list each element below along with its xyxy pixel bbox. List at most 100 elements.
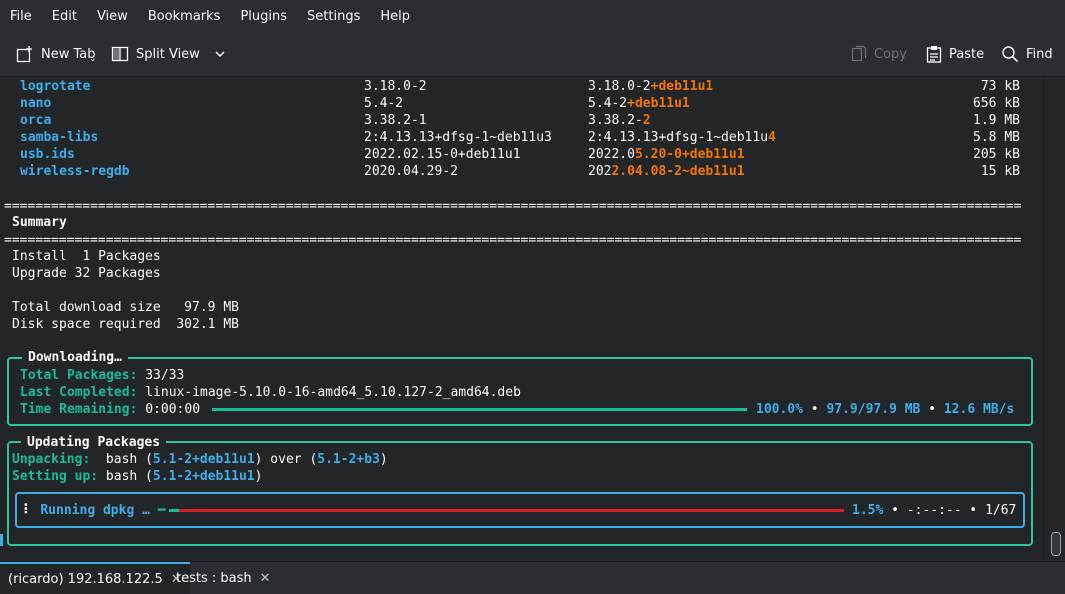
tab-label: (ricardo) 192.168.122.5	[8, 571, 163, 587]
package-current-version: 2020.04.29-2	[364, 164, 458, 179]
package-name: logrotate	[20, 79, 91, 94]
download-percent: 100.0%	[756, 402, 803, 417]
find-button[interactable]: Find	[1001, 32, 1053, 76]
unpacking-old-version: 5.1-2+b3	[317, 452, 380, 467]
toolbar: New Tab ⌄ Split View Copy Paste Find	[0, 32, 1065, 77]
tab-bar: (ricardo) 192.168.122.5 ✕ tests : bash ✕	[0, 561, 1065, 594]
version-common: 5.4-2	[588, 96, 628, 111]
version-changed: 2.04.08-2~deb11u1	[611, 164, 745, 179]
menu-settings[interactable]: Settings	[297, 9, 370, 24]
dpkg-stats: 1.5% • -:--:-- • 1/67	[852, 502, 1016, 519]
menu-edit[interactable]: Edit	[42, 9, 87, 24]
menu-plugins[interactable]: Plugins	[230, 9, 297, 24]
total-packages-value: 33/33	[145, 368, 185, 383]
last-completed-value: linux-image-5.10.0-16-amd64_5.10.127-2_a…	[145, 385, 521, 400]
split-view-button[interactable]: Split View	[111, 32, 227, 76]
package-new-version: 5.4-2+deb11u1	[588, 95, 690, 112]
download-speed: 12.6 MB/s	[943, 402, 1015, 417]
package-size: 73 kB	[980, 79, 1020, 94]
downloading-title: Downloading…	[22, 349, 128, 366]
package-row: logrotate 3.18.0-2 3.18.0-2+deb11u1 73 kB	[0, 78, 1043, 95]
stats-separator: •	[810, 402, 819, 417]
copy-label: Copy	[874, 46, 907, 62]
setting-up-row: Setting up: bash (5.1-2+deb11u1)	[12, 468, 262, 485]
total-packages-label: Total Packages:	[20, 368, 138, 383]
version-changed: +deb11u1	[650, 79, 714, 94]
menu-help[interactable]: Help	[370, 9, 420, 24]
unpacking-row: Unpacking: bash (5.1-2+deb11u1) over (5.…	[12, 451, 388, 468]
download-size: Total download size 97.9 MB	[12, 300, 239, 315]
last-completed-row: Last Completed: linux-image-5.10.0-16-am…	[20, 384, 521, 401]
package-size: 205 kB	[973, 147, 1020, 162]
dpkg-progress-start: ━	[157, 503, 166, 518]
package-size: 15 kB	[980, 164, 1020, 179]
dpkg-progress-track	[169, 509, 844, 512]
menu-file[interactable]: File	[0, 9, 42, 24]
scrollbar-thumb[interactable]	[1051, 532, 1061, 556]
unpacking-new-version: 5.1-2+deb11u1	[152, 452, 255, 467]
menu-bookmarks[interactable]: Bookmarks	[138, 9, 231, 24]
menu-view[interactable]: View	[87, 9, 138, 24]
last-completed-label: Last Completed:	[20, 385, 138, 400]
dpkg-eta: -:--:--	[906, 503, 962, 518]
separator-top: ========================================…	[4, 199, 1022, 214]
dpkg-progress-fill	[169, 509, 180, 512]
package-new-version: 2022.04.08-2~deb11u1	[588, 163, 745, 180]
paste-button[interactable]: Paste	[926, 32, 984, 76]
upgrade-count: Upgrade 32 Packages	[12, 266, 161, 281]
package-row: orca 3.38.2-1 3.38.2-2 1.9 MB	[0, 112, 1043, 129]
unpacking-close: )	[379, 452, 388, 467]
package-name: usb.ids	[20, 147, 75, 162]
version-common: 202	[588, 164, 612, 179]
package-current-version: 2:4.13.13+dfsg-1~deb11u3	[364, 130, 552, 145]
download-progress-fill	[212, 408, 747, 411]
dpkg-percent: 1.5%	[852, 503, 884, 518]
time-remaining-label: Time Remaining:	[20, 402, 138, 417]
setting-up-version: 5.1-2+deb11u1	[152, 469, 255, 484]
tab-ricardo[interactable]: (ricardo) 192.168.122.5 ✕	[0, 562, 190, 594]
version-changed: +deb11u1	[627, 96, 690, 111]
package-row: wireless-regdb 2020.04.29-2 2022.04.08-2~d…	[0, 163, 1043, 180]
copy-icon	[851, 45, 867, 62]
stats-separator: •	[928, 402, 937, 417]
package-current-version: 2022.02.15-0+deb11u1	[364, 147, 521, 162]
package-size: 1.9 MB	[973, 113, 1020, 128]
package-current-version: 3.18.0-2	[364, 79, 427, 94]
tab-tests-bash[interactable]: tests : bash ✕	[168, 562, 279, 594]
unpacking-package: bash (	[90, 452, 153, 467]
new-tab-button[interactable]: New Tab	[16, 32, 96, 76]
version-common: 2:4.13.13+dfsg-1~deb11u	[588, 130, 769, 145]
spinner-icon: ⠇	[23, 503, 33, 518]
version-changed: 2	[642, 113, 651, 128]
version-changed: 4	[768, 130, 776, 145]
package-new-version: 3.38.2-2	[588, 112, 651, 129]
separator-bottom: ========================================…	[4, 233, 1022, 248]
package-size: 5.8 MB	[973, 130, 1020, 145]
version-common: 3.38.2-	[588, 113, 643, 128]
paste-icon	[926, 46, 942, 63]
search-icon	[1002, 46, 1019, 63]
dpkg-status: ⠇ Running dpkg … ━	[23, 502, 166, 519]
terminal-view[interactable]: logrotate 3.18.0-2 3.18.0-2+deb11u1 73 kB na…	[0, 77, 1043, 560]
terminal-scrollbar[interactable]	[1043, 77, 1065, 560]
summary-title: Summary	[12, 215, 67, 230]
package-row: nano 5.4-2 5.4-2+deb11u1 656 kB	[0, 95, 1043, 112]
dpkg-count: 1/67	[985, 503, 1017, 518]
new-tab-menu-arrow-icon[interactable]: ⌄	[89, 54, 97, 64]
package-name: nano	[20, 96, 52, 111]
package-new-version: 2022.05.20-0+deb11u1	[588, 146, 745, 163]
version-common: 3.18.0-2	[588, 79, 651, 94]
time-remaining-value: 0:00:00	[145, 402, 201, 417]
total-packages-row: Total Packages: 33/33	[20, 367, 184, 384]
split-view-label: Split View	[136, 46, 200, 62]
unpacking-over: ) over (	[254, 452, 318, 467]
package-size: 656 kB	[973, 96, 1020, 111]
setting-up-close: )	[254, 469, 263, 484]
chevron-down-icon[interactable]	[213, 47, 227, 61]
setting-up-label: Setting up:	[12, 469, 99, 484]
prompt-marker	[0, 534, 3, 546]
copy-button[interactable]: Copy	[851, 32, 907, 76]
install-count: Install 1 Packages	[12, 249, 161, 264]
version-changed: 5.20-0+deb11u1	[634, 147, 745, 162]
close-icon[interactable]: ✕	[260, 571, 271, 586]
